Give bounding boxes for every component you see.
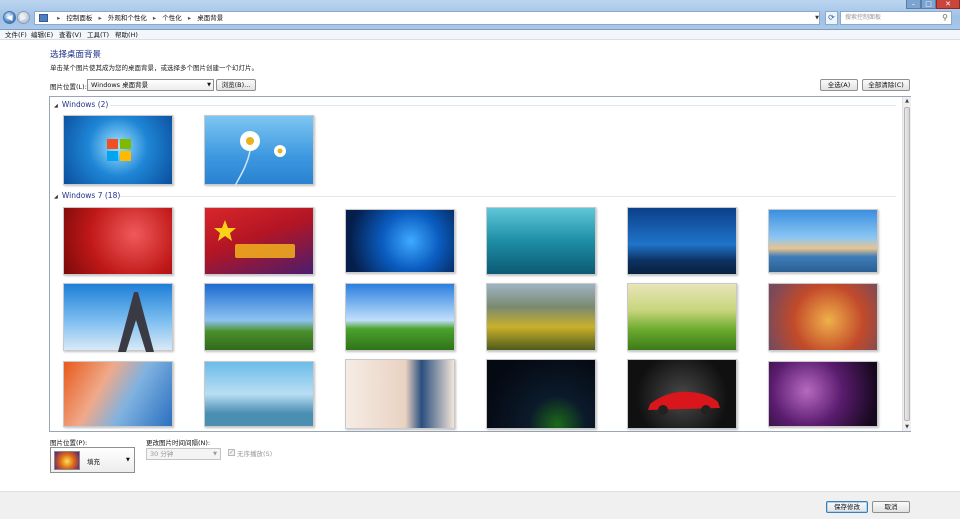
group-divider — [120, 196, 896, 197]
search-input[interactable]: 搜索控制面板 ⚲ — [840, 11, 952, 25]
wallpaper-thumbnail-blue-rays[interactable] — [627, 207, 737, 275]
change-interval-value: 30 分钟 — [150, 450, 174, 458]
scroll-down-arrow-icon[interactable]: ▼ — [903, 423, 911, 431]
picture-position-label: 图片位置(P): — [50, 439, 88, 447]
star-icon — [214, 220, 295, 258]
menu-edit[interactable]: 编辑(E) — [31, 30, 53, 40]
control-panel-icon — [39, 14, 48, 22]
wallpaper-thumbnail-eiffel-tower[interactable] — [63, 283, 173, 352]
picture-position-select[interactable]: 填充 ▼ — [50, 447, 135, 473]
breadcrumb-appearance[interactable]: 外观和个性化 — [108, 14, 147, 22]
daisy-flower-icon — [234, 131, 286, 187]
breadcrumb-desktop-background[interactable]: 桌面背景 — [197, 14, 223, 22]
search-icon[interactable]: ⚲ — [942, 12, 948, 24]
wallpaper-thumbnail-anime-girl[interactable] — [204, 361, 314, 427]
select-all-button[interactable]: 全选(A) — [820, 79, 858, 91]
clear-all-button[interactable]: 全部清除(C) — [862, 79, 910, 91]
group-header-windows[interactable]: ◢ Windows (2) — [54, 100, 108, 109]
change-interval-select[interactable]: 30 分钟 ▼ — [146, 448, 221, 460]
wallpaper-thumbnail-beach-rocks[interactable] — [768, 209, 878, 273]
wallpaper-thumbnail-green-field-clouds[interactable] — [345, 283, 455, 351]
wallpaper-thumbnail-national-day[interactable] — [204, 207, 314, 275]
menu-bar: 文件(F) 编辑(E) 查看(V) 工具(T) 帮助(H) — [0, 30, 960, 40]
scroll-up-arrow-icon[interactable]: ▲ — [903, 97, 911, 105]
wallpaper-thumbnail-windmill-sky[interactable] — [204, 283, 314, 351]
address-dropdown-icon[interactable]: ▼ — [812, 11, 822, 25]
wallpaper-thumbnail-daisies[interactable] — [204, 115, 314, 187]
picture-location-select[interactable]: Windows 桌面背景 ▼ — [87, 79, 214, 91]
breadcrumb-separator-icon: ▸ — [57, 14, 61, 22]
change-interval-label: 更改图片时间间隔(N): — [146, 439, 211, 447]
shuffle-checkbox[interactable]: ✓ — [228, 449, 235, 456]
breadcrumb-separator-icon: ▸ — [152, 14, 157, 22]
wallpaper-thumbnail-blur-gradient[interactable] — [63, 361, 173, 427]
footer-bar: 保存修改 取消 — [0, 491, 960, 519]
menu-tools[interactable]: 工具(T) — [87, 30, 109, 40]
wallpaper-thumbnail-windows10-blue[interactable] — [345, 209, 455, 273]
refresh-icon[interactable]: ⟳ — [825, 11, 838, 25]
wallpaper-thumbnail-purple-petals[interactable] — [768, 361, 878, 427]
picture-position-value: 填充 — [87, 458, 100, 466]
group-header-windows7[interactable]: ◢ Windows 7 (18) — [54, 191, 120, 200]
back-button[interactable]: ◀ — [3, 11, 16, 24]
eiffel-tower-icon — [118, 292, 154, 352]
cancel-button[interactable]: 取消 — [872, 501, 910, 513]
minimize-button[interactable]: – — [906, 0, 921, 9]
wallpaper-thumbnail-red-sports-car[interactable] — [627, 359, 737, 429]
menu-view[interactable]: 查看(V) — [59, 30, 82, 40]
car-icon — [648, 391, 720, 415]
wallpaper-thumbnail-girl-portrait[interactable] — [345, 359, 455, 429]
wallpaper-thumbnail-milky-way[interactable] — [486, 359, 596, 429]
picture-location-value: Windows 桌面背景 — [91, 81, 149, 89]
breadcrumb-separator-icon: ▸ — [98, 14, 102, 22]
picture-location-label: 图片位置(L): — [50, 83, 87, 91]
group-title: Windows 7 (18) — [61, 191, 121, 200]
expand-triangle-icon[interactable]: ◢ — [54, 103, 58, 109]
menu-help[interactable]: 帮助(H) — [115, 30, 138, 40]
save-changes-button[interactable]: 保存修改 — [826, 501, 868, 513]
wallpaper-thumbnail-underwater[interactable] — [486, 207, 596, 275]
group-title: Windows (2) — [61, 100, 109, 109]
shuffle-label: 无序播放(S) — [237, 450, 273, 458]
wallpaper-thumbnail-autumn-forest[interactable] — [486, 283, 596, 351]
chevron-down-icon: ▼ — [213, 451, 217, 457]
search-placeholder: 搜索控制面板 — [845, 14, 882, 21]
close-button[interactable]: ✕ — [936, 0, 960, 9]
forward-button[interactable]: ▶ — [17, 11, 30, 24]
menu-file[interactable]: 文件(F) — [5, 30, 27, 40]
page-title: 选择桌面背景 — [50, 50, 102, 60]
address-bar-area: ◀ ▶ ▸ 控制面板 ▸ 外观和个性化 ▸ 个性化 ▸ 桌面背景 ▼ ⟳ 搜索控… — [0, 0, 960, 30]
address-bar[interactable]: ▸ 控制面板 ▸ 外观和个性化 ▸ 个性化 ▸ 桌面背景 — [34, 11, 820, 25]
chevron-down-icon: ▼ — [207, 82, 211, 88]
page-subtitle: 单击某个图片使其成为您的桌面背景，或选择多个图片创建一个幻灯片。 — [50, 64, 258, 72]
scrollbar-thumb[interactable] — [904, 107, 910, 421]
expand-triangle-icon[interactable]: ◢ — [54, 194, 58, 200]
wallpaper-thumbnail-bokeh-leaves[interactable] — [768, 283, 878, 351]
breadcrumb-personalization[interactable]: 个性化 — [162, 14, 182, 22]
breadcrumb-control-panel[interactable]: 控制面板 — [66, 14, 92, 22]
maximize-button[interactable]: □ — [921, 0, 936, 9]
windows-logo-icon — [107, 139, 131, 161]
browse-button[interactable]: 浏览(B)... — [216, 79, 256, 91]
gallery-scrollbar[interactable]: ▲ ▼ — [902, 97, 911, 431]
group-divider — [110, 105, 896, 106]
wallpaper-thumbnail-red-windows7[interactable] — [63, 207, 173, 275]
chevron-down-icon: ▼ — [126, 457, 130, 463]
wallpaper-thumbnail-leaf-grass[interactable] — [627, 283, 737, 351]
wallpaper-thumbnail-windows7-logo[interactable] — [63, 115, 173, 185]
wallpaper-gallery[interactable]: ◢ Windows (2) ◢ Windows 7 (18) ▲ ▼ — [49, 96, 911, 432]
breadcrumb-separator-icon: ▸ — [187, 14, 192, 22]
position-preview-image — [54, 451, 80, 470]
